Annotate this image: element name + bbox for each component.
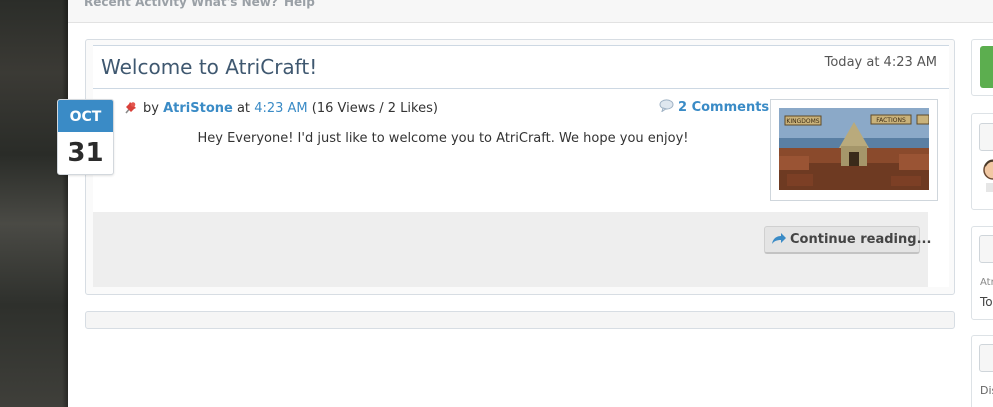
date-badge: OCT 31: [57, 99, 114, 175]
sidebar-snippet-2: To: [980, 295, 993, 309]
share-arrow-icon: [771, 230, 787, 244]
post-title[interactable]: Welcome to AtriCraft!: [101, 55, 317, 79]
comment-bubble-icon: [659, 99, 674, 113]
background-image: [0, 0, 68, 407]
avatar[interactable]: [983, 158, 993, 192]
post-thumbnail[interactable]: KINGDOMS FACTIONS: [770, 99, 938, 201]
sidebar-snippet-3: Dis: [980, 384, 993, 397]
tab-whats-new[interactable]: What's New?: [191, 0, 278, 9]
time-link[interactable]: 4:23 AM: [254, 101, 307, 116]
empty-panel: [85, 311, 955, 329]
date-badge-day: 31: [67, 138, 104, 168]
pin-icon: [123, 99, 139, 115]
sidebar-snippet-1: Atr: [980, 277, 993, 288]
sidebar-tab-icon[interactable]: [979, 123, 993, 151]
continue-reading-button[interactable]: Continue reading...: [764, 226, 931, 254]
sidebar-icon-2[interactable]: [979, 235, 993, 263]
tab-help[interactable]: Help: [284, 0, 315, 9]
post-date: Today at 4:23 AM: [824, 55, 937, 70]
comments-label: 2 Comments: [678, 100, 770, 115]
post-body-text: Hey Everyone! I'd just like to welcome y…: [197, 131, 689, 146]
post-meta: by AtriStone at 4:23 AM (16 Views / 2 Li…: [123, 99, 438, 116]
continue-reading-label: Continue reading...: [790, 232, 932, 247]
thumbnail-image: KINGDOMS FACTIONS: [779, 108, 929, 190]
meta-at: at: [236, 101, 251, 116]
comments-link[interactable]: 2 Comments: [659, 99, 769, 115]
top-nav: Recent Activity What's New? Help: [68, 0, 993, 23]
tab-recent-activity[interactable]: Recent Activity: [84, 0, 187, 9]
thumbnail-sign-left: KINGDOMS: [786, 118, 819, 125]
post-stats: (16 Views / 2 Likes): [311, 101, 438, 116]
thumbnail-sign-right: FACTIONS: [876, 117, 906, 124]
sidebar-green-button[interactable]: [980, 46, 993, 88]
author-link[interactable]: AtriStone: [163, 101, 233, 116]
sidebar-chart-icon[interactable]: [979, 344, 993, 372]
meta-by: by: [143, 101, 159, 116]
date-badge-month: OCT: [58, 100, 113, 132]
